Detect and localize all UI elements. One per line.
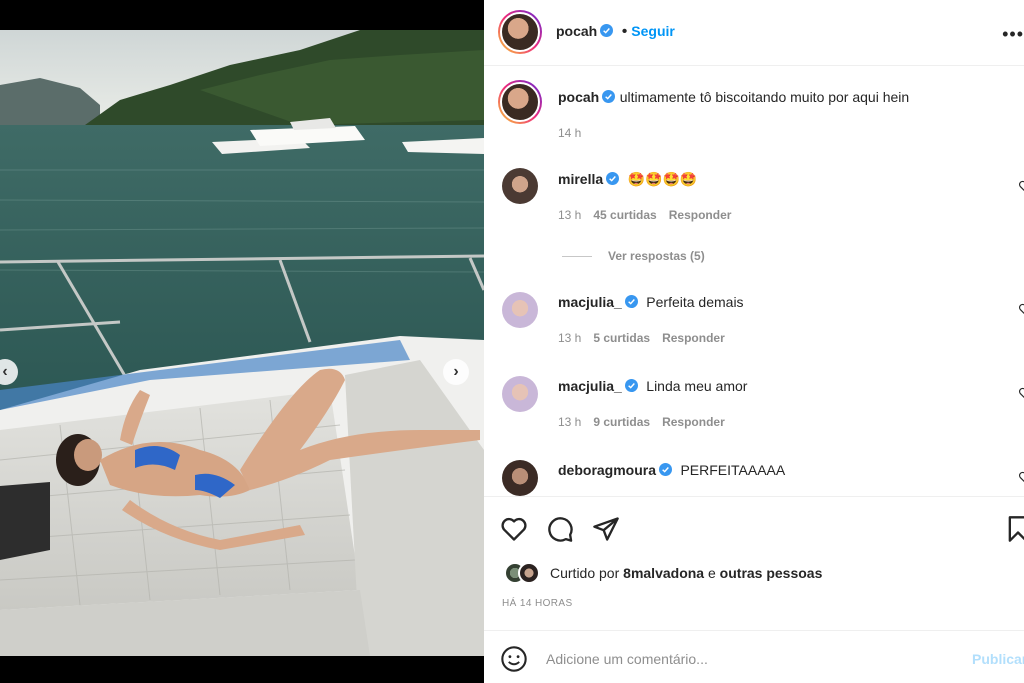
liked-by-avatars bbox=[504, 562, 542, 584]
comment-input[interactable]: Adicione um comentário... bbox=[546, 651, 708, 667]
comment-time[interactable]: 13 h bbox=[558, 415, 581, 429]
follow-button[interactable]: Seguir bbox=[631, 23, 675, 39]
share-icon[interactable] bbox=[592, 515, 620, 543]
comment-username[interactable]: mirella bbox=[558, 171, 603, 187]
heart-icon[interactable] bbox=[1018, 470, 1024, 484]
post-side-panel: pocah • Seguir ••• pocah ultimamente tô b… bbox=[484, 0, 1024, 683]
verified-icon bbox=[624, 379, 638, 392]
liked-mid: e bbox=[707, 565, 716, 581]
post-image bbox=[0, 30, 484, 656]
comment-likes[interactable]: 9 curtidas bbox=[593, 415, 650, 429]
comment-likes[interactable]: 5 curtidas bbox=[593, 331, 650, 345]
chevron-right-icon[interactable]: › bbox=[443, 359, 469, 385]
separator-dot: • bbox=[621, 23, 628, 40]
liked-user[interactable]: 8malvadona bbox=[623, 565, 704, 581]
bookmark-icon[interactable] bbox=[1004, 515, 1024, 543]
verified-icon bbox=[659, 463, 673, 476]
comment: mirella 🤩🤩🤩🤩 bbox=[558, 171, 697, 189]
commenter-avatar[interactable] bbox=[502, 292, 538, 328]
publish-button[interactable]: Publicar bbox=[972, 651, 1024, 667]
caption-username[interactable]: pocah bbox=[558, 89, 599, 105]
caption: pocah ultimamente tô biscoitando muito p… bbox=[558, 89, 909, 107]
comment-meta: 13 h 5 curtidas Responder bbox=[558, 331, 725, 345]
view-replies-label: Ver respostas (5) bbox=[608, 249, 705, 263]
comment-time[interactable]: 13 h bbox=[558, 208, 581, 222]
comment: deboragmoura PERFEITAAAAA bbox=[558, 462, 785, 480]
commenter-avatar[interactable] bbox=[502, 460, 538, 496]
reply-button[interactable]: Responder bbox=[662, 415, 725, 429]
comment-username[interactable]: macjulia_ bbox=[558, 378, 622, 394]
caption-meta: 14 h bbox=[558, 126, 581, 140]
heart-icon[interactable] bbox=[500, 515, 528, 543]
reply-button[interactable]: Responder bbox=[662, 331, 725, 345]
comment: macjulia_ Linda meu amor bbox=[558, 378, 747, 396]
comment-likes[interactable]: 45 curtidas bbox=[593, 208, 656, 222]
add-comment-bar: Adicione um comentário... Publicar bbox=[484, 630, 1024, 683]
emoji-icon[interactable] bbox=[500, 645, 528, 673]
comment-meta: 13 h 9 curtidas Responder bbox=[558, 415, 725, 429]
caption-time[interactable]: 14 h bbox=[558, 126, 581, 140]
comment-text: Linda meu amor bbox=[646, 378, 748, 394]
comment-username[interactable]: macjulia_ bbox=[558, 294, 622, 310]
verified-icon bbox=[624, 295, 638, 308]
heart-icon[interactable] bbox=[1018, 386, 1024, 400]
liked-others[interactable]: outras pessoas bbox=[720, 565, 823, 581]
comment-text: 🤩🤩🤩🤩 bbox=[627, 171, 698, 187]
liked-by-text: Curtido por 8malvadona e outras pessoas bbox=[550, 565, 822, 581]
comment-text: Perfeita demais bbox=[646, 294, 744, 310]
commenter-avatar[interactable] bbox=[502, 168, 538, 204]
reply-line bbox=[562, 255, 592, 257]
heart-icon[interactable] bbox=[1018, 179, 1024, 193]
liker-avatar[interactable] bbox=[518, 562, 540, 584]
author-avatar[interactable] bbox=[498, 10, 542, 54]
heart-icon[interactable] bbox=[1018, 302, 1024, 316]
view-replies-button[interactable]: Ver respostas (5) bbox=[562, 249, 705, 263]
post-time-ago[interactable]: HÁ 14 HORAS bbox=[502, 598, 573, 609]
liked-prefix: Curtido por bbox=[550, 565, 620, 581]
verified-icon bbox=[600, 24, 614, 37]
comment-username[interactable]: deboragmoura bbox=[558, 462, 656, 478]
caption-text: ultimamente tô biscoitando muito por aqu… bbox=[619, 89, 910, 105]
commenter-avatar[interactable] bbox=[502, 376, 538, 412]
caption-avatar[interactable] bbox=[498, 80, 542, 124]
instagram-post-view: ‹ › pocah • Seguir ••• pocah ultimamente… bbox=[0, 0, 1024, 683]
more-icon[interactable]: ••• bbox=[1002, 24, 1024, 45]
post-photo: ‹ › bbox=[0, 30, 484, 656]
comment-icon[interactable] bbox=[546, 515, 574, 543]
header-author: pocah • Seguir bbox=[556, 23, 675, 41]
reply-button[interactable]: Responder bbox=[669, 208, 732, 222]
comment: macjulia_ Perfeita demais bbox=[558, 294, 744, 312]
verified-icon bbox=[602, 90, 616, 103]
post-header: pocah • Seguir ••• bbox=[484, 0, 1024, 66]
author-username[interactable]: pocah bbox=[556, 23, 597, 39]
comment-meta: 13 h 45 curtidas Responder bbox=[558, 208, 731, 222]
comment-text: PERFEITAAAAA bbox=[680, 462, 786, 478]
comment-time[interactable]: 13 h bbox=[558, 331, 581, 345]
verified-icon bbox=[606, 172, 620, 185]
